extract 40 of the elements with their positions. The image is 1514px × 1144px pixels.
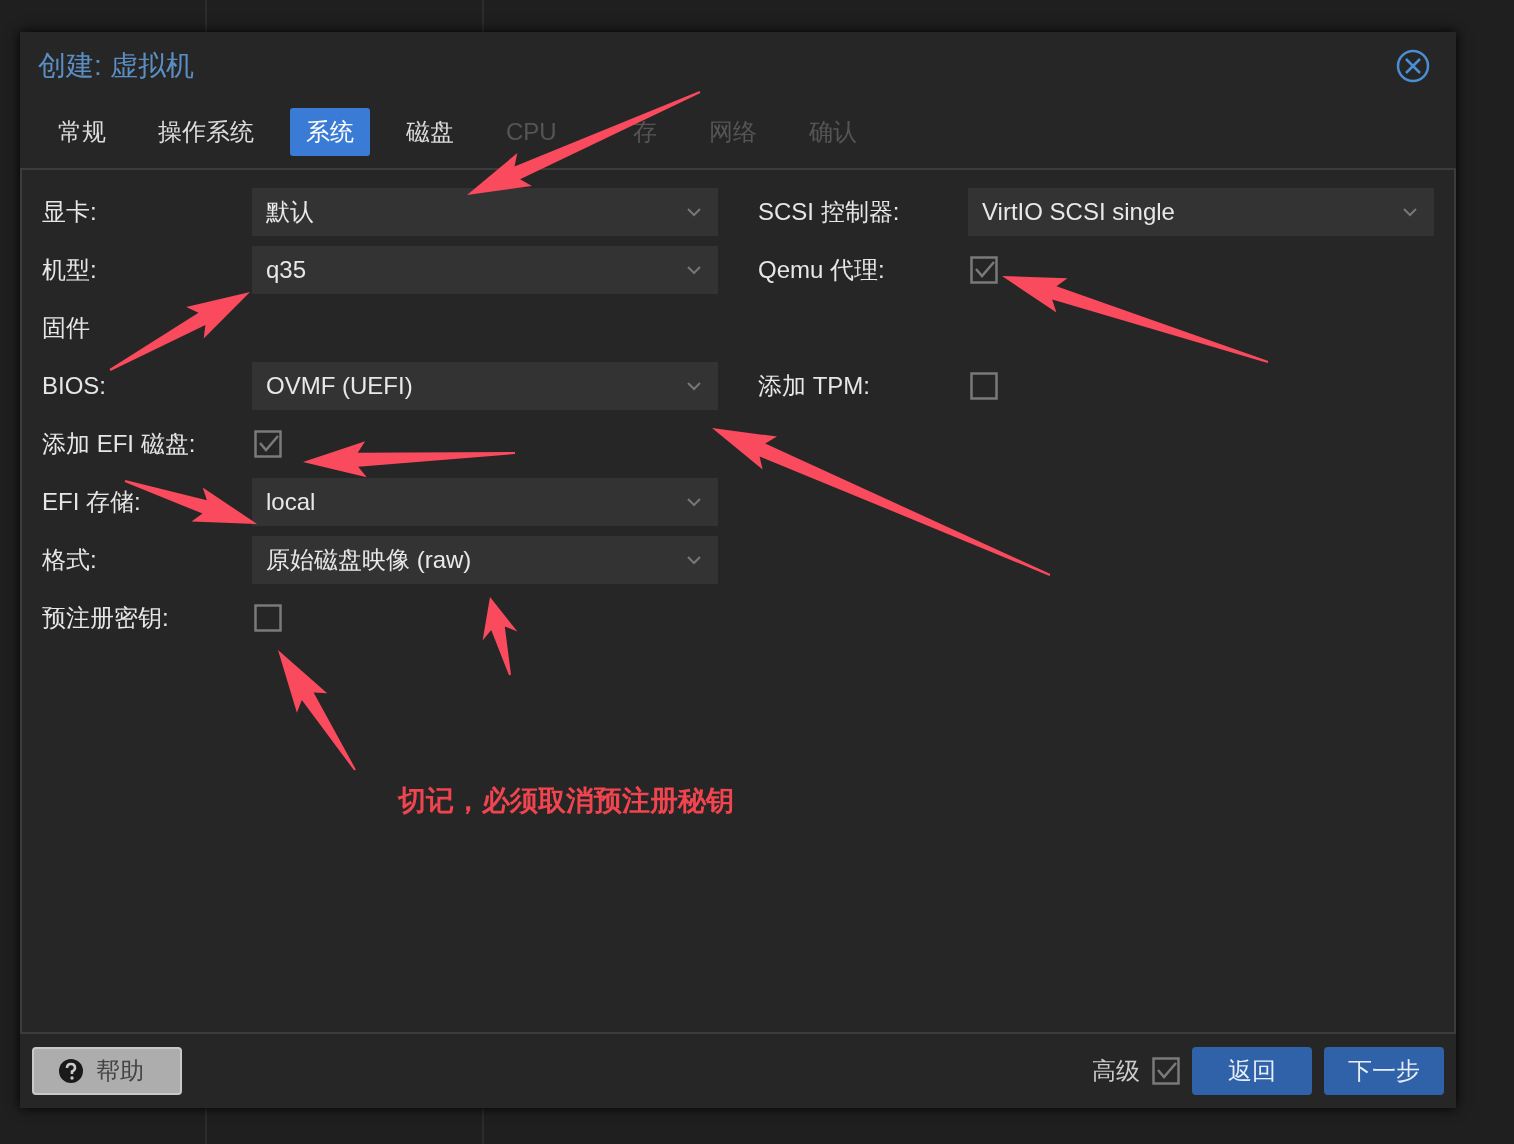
checkbox[interactable]	[970, 256, 998, 284]
help-button[interactable]: 帮助	[32, 1047, 182, 1095]
chevron-down-icon	[686, 207, 702, 217]
next-button[interactable]: 下一步	[1324, 1047, 1444, 1095]
chevron-down-icon	[686, 497, 702, 507]
chevron-down-icon	[1402, 207, 1418, 217]
dropdown-field[interactable]: 原始磁盘映像 (raw)	[252, 536, 718, 584]
checkbox[interactable]	[254, 430, 282, 458]
field-label: 添加 EFI 磁盘:	[42, 429, 196, 459]
field-label: 固件	[42, 313, 90, 343]
dropdown-field[interactable]: local	[252, 478, 718, 526]
dropdown-field[interactable]: 默认	[252, 188, 718, 236]
tab[interactable]: 磁盘	[390, 108, 470, 156]
field-label: Qemu 代理:	[758, 255, 885, 285]
field-label: SCSI 控制器:	[758, 197, 900, 227]
field-label: 格式:	[42, 545, 97, 575]
chevron-down-icon	[686, 381, 702, 391]
dropdown-field[interactable]: VirtIO SCSI single	[968, 188, 1434, 236]
help-icon	[58, 1058, 84, 1084]
field-label: 预注册密钥:	[42, 603, 169, 633]
close-icon[interactable]	[1396, 49, 1430, 83]
chevron-down-icon	[686, 555, 702, 565]
annotation-note: 切记，必须取消预注册秘钥	[398, 784, 734, 818]
dialog-title: 创建: 虚拟机	[38, 49, 194, 83]
advanced-label: 高级	[1092, 1056, 1140, 1086]
checkbox[interactable]	[970, 372, 998, 400]
tab[interactable]: 系统	[290, 108, 370, 156]
tab[interactable]: 操作系统	[142, 108, 270, 156]
back-button[interactable]: 返回	[1192, 1047, 1312, 1095]
field-label: BIOS:	[42, 372, 107, 400]
field-label: 添加 TPM:	[758, 371, 870, 401]
dropdown-field[interactable]: OVMF (UEFI)	[252, 362, 718, 410]
checkbox[interactable]	[254, 604, 282, 632]
field-label: EFI 存储:	[42, 487, 141, 517]
tab[interactable]: 常规	[42, 108, 122, 156]
dropdown-field[interactable]: q35	[252, 246, 718, 294]
field-label: 机型:	[42, 255, 97, 285]
chevron-down-icon	[686, 265, 702, 275]
field-label: 显卡:	[42, 197, 97, 227]
checkbox[interactable]	[1152, 1057, 1180, 1085]
